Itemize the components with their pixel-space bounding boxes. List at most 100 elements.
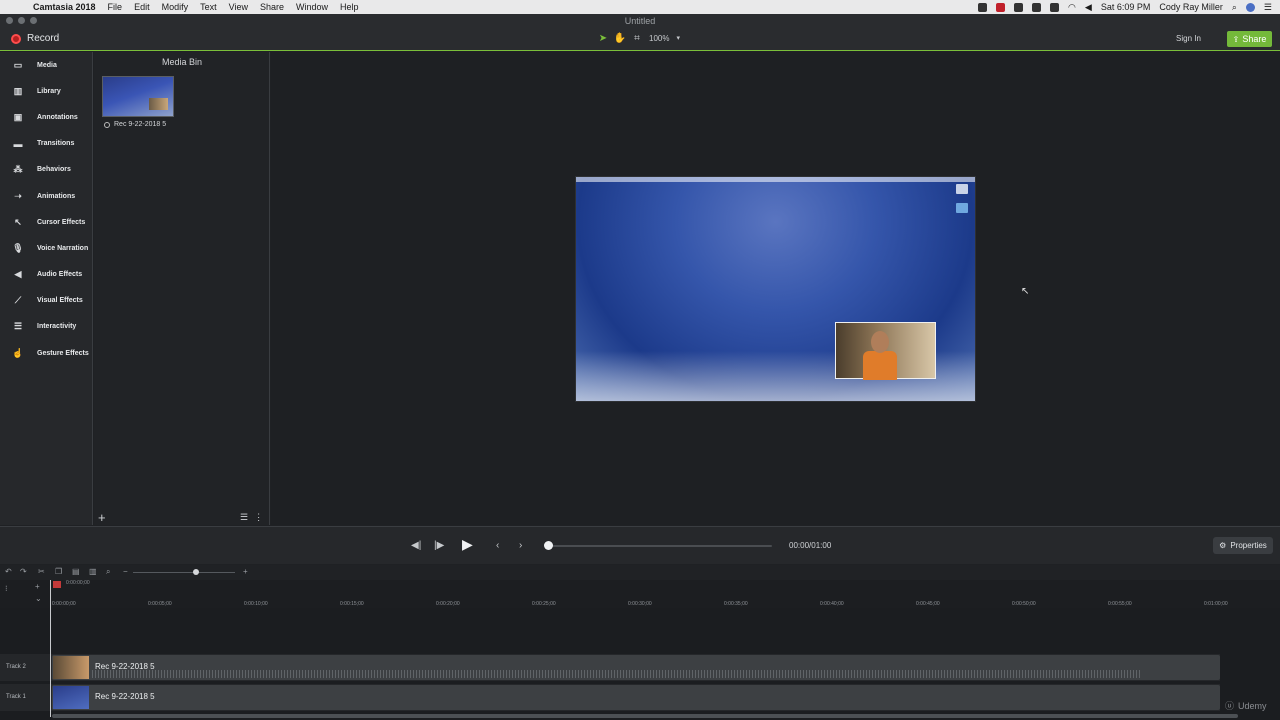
record-tray-icon[interactable] xyxy=(996,2,1006,12)
cut-icon[interactable]: ✂ xyxy=(38,567,45,576)
ruler-tick: 0:00:50;00 xyxy=(1012,601,1036,607)
speaker-icon: ◀ xyxy=(14,269,22,280)
track-label[interactable]: Track 1 xyxy=(6,694,26,700)
menu-text[interactable]: Text xyxy=(200,2,217,12)
media-bin-title: Media Bin xyxy=(161,57,203,67)
zoom-in-icon[interactable]: + xyxy=(243,567,248,576)
timeline-clip[interactable]: Rec 9-22-2018 5 xyxy=(52,655,1220,680)
redo-icon[interactable]: ↷ xyxy=(20,567,27,576)
collapse-tracks-icon[interactable]: ⌄ xyxy=(35,594,42,603)
zoom-search-icon[interactable]: ⌕ xyxy=(106,567,110,577)
presenter-head xyxy=(871,331,889,353)
display-icon[interactable] xyxy=(1050,2,1060,12)
ruler-tick: 0:00:15;00 xyxy=(340,601,364,607)
previous-marker-icon[interactable]: ‹ xyxy=(496,540,499,551)
sidebar-item-gesture-effects[interactable]: ☝ Gesture Effects xyxy=(0,340,92,366)
hand-tool-icon[interactable]: ✋ xyxy=(614,33,626,44)
webcam-overlay[interactable] xyxy=(835,322,936,380)
sidebar-item-label: Cursor Effects xyxy=(37,218,86,226)
sync-icon[interactable] xyxy=(1032,2,1042,12)
list-view-icon[interactable]: ☰ xyxy=(240,512,248,523)
crop-tool-icon[interactable]: ⌗ xyxy=(632,33,642,44)
menu-share[interactable]: Share xyxy=(260,2,284,12)
track-row-1: Rec 9-22-2018 5 xyxy=(0,684,1220,711)
wand-icon: ⟋ xyxy=(14,295,22,306)
zoom-out-icon[interactable]: − xyxy=(123,567,128,576)
media-thumbnail[interactable] xyxy=(102,76,174,117)
menu-edit[interactable]: Edit xyxy=(134,2,150,12)
timeline-scrollbar[interactable] xyxy=(52,714,1238,718)
undo-icon[interactable]: ↶ xyxy=(5,567,12,576)
record-button[interactable]: Record xyxy=(11,33,59,44)
menu-modify[interactable]: Modify xyxy=(162,2,189,12)
sign-in-button[interactable]: Sign In xyxy=(1176,34,1201,43)
sidebar-item-voice-narration[interactable]: 🎙 Voice Narration xyxy=(0,235,92,261)
menu-app-name[interactable]: Camtasia 2018 xyxy=(33,2,96,12)
cloud-icon[interactable] xyxy=(1014,2,1024,12)
wifi-icon[interactable]: ◠ xyxy=(1068,2,1076,13)
sidebar-item-annotations[interactable]: ▣ Annotations xyxy=(0,104,92,130)
sidebar-item-visual-effects[interactable]: ⟋ Visual Effects xyxy=(0,288,92,314)
split-icon[interactable]: ▥ xyxy=(89,567,97,576)
spotlight-icon[interactable]: ⌕ xyxy=(1232,2,1237,13)
step-back-icon[interactable]: ◀| xyxy=(411,540,421,551)
play-icon[interactable]: ▶ xyxy=(462,536,473,553)
volume-icon[interactable]: ◀ xyxy=(1085,2,1092,13)
scrub-handle[interactable] xyxy=(544,541,553,550)
timeline-toolbar: ↶ ↷ ✂ ❐ ▤ ▥ ⌕ − + xyxy=(0,565,1280,580)
properties-label: Properties xyxy=(1230,541,1267,550)
sidebar-item-audio-effects[interactable]: ◀ Audio Effects xyxy=(0,262,92,288)
record-label: Record xyxy=(27,33,60,44)
menu-help[interactable]: Help xyxy=(340,2,359,12)
add-media-icon[interactable]: + xyxy=(98,510,106,525)
sidebar-item-animations[interactable]: ➝ Animations xyxy=(0,183,92,209)
menu-file[interactable]: File xyxy=(108,2,123,12)
add-track-icon[interactable]: + xyxy=(35,582,40,591)
zoom-slider-handle[interactable] xyxy=(193,569,199,575)
properties-button[interactable]: ⚙ Properties xyxy=(1213,537,1273,554)
next-marker-icon[interactable]: › xyxy=(519,540,522,551)
sidebar-item-cursor-effects[interactable]: ↖ Cursor Effects xyxy=(0,209,92,235)
sidebar-item-media[interactable]: ▭ Media xyxy=(0,52,92,78)
zoom-level[interactable]: 100% xyxy=(649,34,669,43)
menubar-status-area: ◠ ◀ Sat 6:09 PM Cody Ray Miller ⌕ ☰ xyxy=(978,0,1272,14)
clip-thumbnail xyxy=(53,656,89,679)
zoom-dropdown-icon[interactable]: ▾ xyxy=(676,34,680,42)
tray-icon[interactable] xyxy=(978,2,988,12)
sidebar-item-behaviors[interactable]: ⁂ Behaviors xyxy=(0,157,92,183)
siri-icon[interactable] xyxy=(1245,2,1255,12)
recorded-menubar xyxy=(576,177,975,182)
paste-icon[interactable]: ▤ xyxy=(72,567,80,576)
hand-icon: ☝ xyxy=(12,347,24,358)
canvas-area[interactable] xyxy=(271,52,1280,525)
timeline-clip[interactable]: Rec 9-22-2018 5 xyxy=(52,685,1220,710)
timeline-ruler[interactable]: ⁝ + ⌄ 0:00:00;00 0:00:00;00 0:00:05;00 0… xyxy=(0,580,1280,608)
video-preview[interactable] xyxy=(575,176,976,402)
sidebar-item-library[interactable]: ▥ Library xyxy=(0,78,92,104)
playhead-handle[interactable] xyxy=(53,581,61,588)
arrow-tool-icon[interactable]: ➤ xyxy=(598,33,608,44)
clock[interactable]: Sat 6:09 PM xyxy=(1101,2,1151,12)
share-icon: ⇪ xyxy=(1232,34,1240,44)
notification-center-icon[interactable]: ☰ xyxy=(1264,2,1272,13)
playback-controls: ◀| |▶ ▶ ‹ › 00:00/01:00 ⚙ Properties xyxy=(0,526,1280,564)
zoom-slider[interactable] xyxy=(133,572,235,573)
ruler-tick: 0:00:10;00 xyxy=(244,601,268,607)
media-icon: ▭ xyxy=(13,59,23,70)
track-visibility-icon[interactable]: ⁝ xyxy=(5,584,8,593)
annotations-icon: ▣ xyxy=(13,111,23,122)
user-name[interactable]: Cody Ray Miller xyxy=(1159,2,1223,12)
step-forward-icon[interactable]: |▶ xyxy=(434,540,444,551)
sidebar-item-transitions[interactable]: ▬ Transitions xyxy=(0,131,92,157)
menu-view[interactable]: View xyxy=(229,2,248,12)
sidebar-item-interactivity[interactable]: ☰ Interactivity xyxy=(0,314,92,340)
record-icon xyxy=(11,33,21,44)
copy-icon[interactable]: ❐ xyxy=(55,567,62,576)
track-label[interactable]: Track 2 xyxy=(6,664,26,670)
drive-icon xyxy=(956,184,968,194)
menu-window[interactable]: Window xyxy=(296,2,328,12)
share-button[interactable]: ⇪ Share xyxy=(1227,31,1272,47)
detail-view-icon[interactable]: ⋮ xyxy=(254,512,263,523)
scrub-bar[interactable] xyxy=(548,545,772,547)
udemy-text: Udemy xyxy=(1238,700,1267,711)
